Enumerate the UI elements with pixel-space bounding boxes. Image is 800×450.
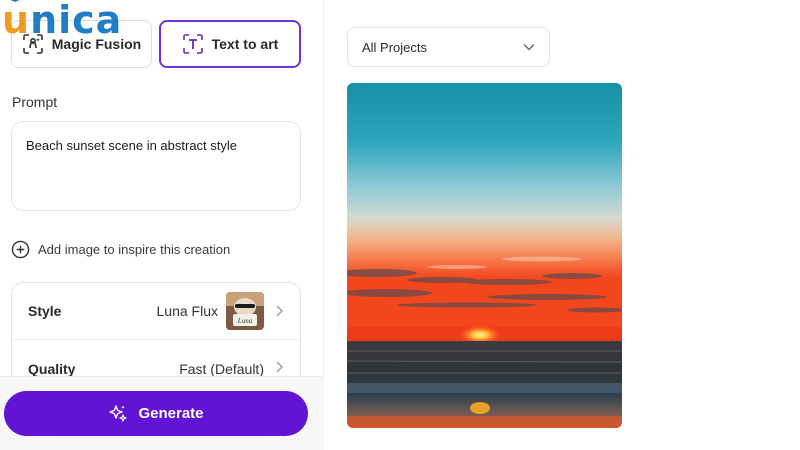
svg-text:Luna: Luna bbox=[237, 317, 253, 325]
generated-artwork[interactable] bbox=[347, 83, 622, 428]
prompt-textarea[interactable]: Beach sunset scene in abstract style bbox=[11, 121, 301, 211]
add-image-link[interactable]: Add image to inspire this creation bbox=[11, 240, 230, 259]
chevron-right-icon bbox=[276, 305, 283, 317]
tab-text-to-art[interactable]: Text to art bbox=[159, 20, 301, 68]
add-image-label: Add image to inspire this creation bbox=[38, 242, 231, 257]
left-panel: u nica Magic Fusion Text to art Prompt B… bbox=[0, 0, 324, 450]
logo-text: nica bbox=[30, 0, 123, 42]
results-panel: All Projects bbox=[325, 0, 800, 450]
chevron-right-icon bbox=[276, 361, 283, 373]
graduation-cap-icon bbox=[10, 0, 20, 2]
quality-label: Quality bbox=[28, 361, 76, 377]
text-frame-icon bbox=[182, 33, 204, 55]
logo-letter-u: u bbox=[2, 0, 30, 39]
brand-logo: u nica bbox=[2, 0, 123, 42]
style-setting-row[interactable]: Style Luna Flux Luna bbox=[12, 283, 300, 340]
projects-dropdown[interactable]: All Projects bbox=[347, 27, 550, 67]
tab-label: Text to art bbox=[211, 36, 279, 52]
chevron-down-icon bbox=[523, 44, 535, 51]
style-label: Style bbox=[28, 303, 62, 319]
sparkle-icon bbox=[109, 404, 128, 422]
projects-dropdown-value: All Projects bbox=[362, 39, 428, 55]
generate-button[interactable]: Generate bbox=[4, 391, 308, 436]
style-value: Luna Flux bbox=[156, 303, 218, 319]
plus-circle-icon bbox=[11, 240, 30, 259]
style-thumbnail: Luna bbox=[226, 292, 264, 330]
quality-value: Fast (Default) bbox=[179, 361, 264, 377]
generate-label: Generate bbox=[138, 405, 204, 422]
prompt-label: Prompt bbox=[12, 94, 58, 110]
